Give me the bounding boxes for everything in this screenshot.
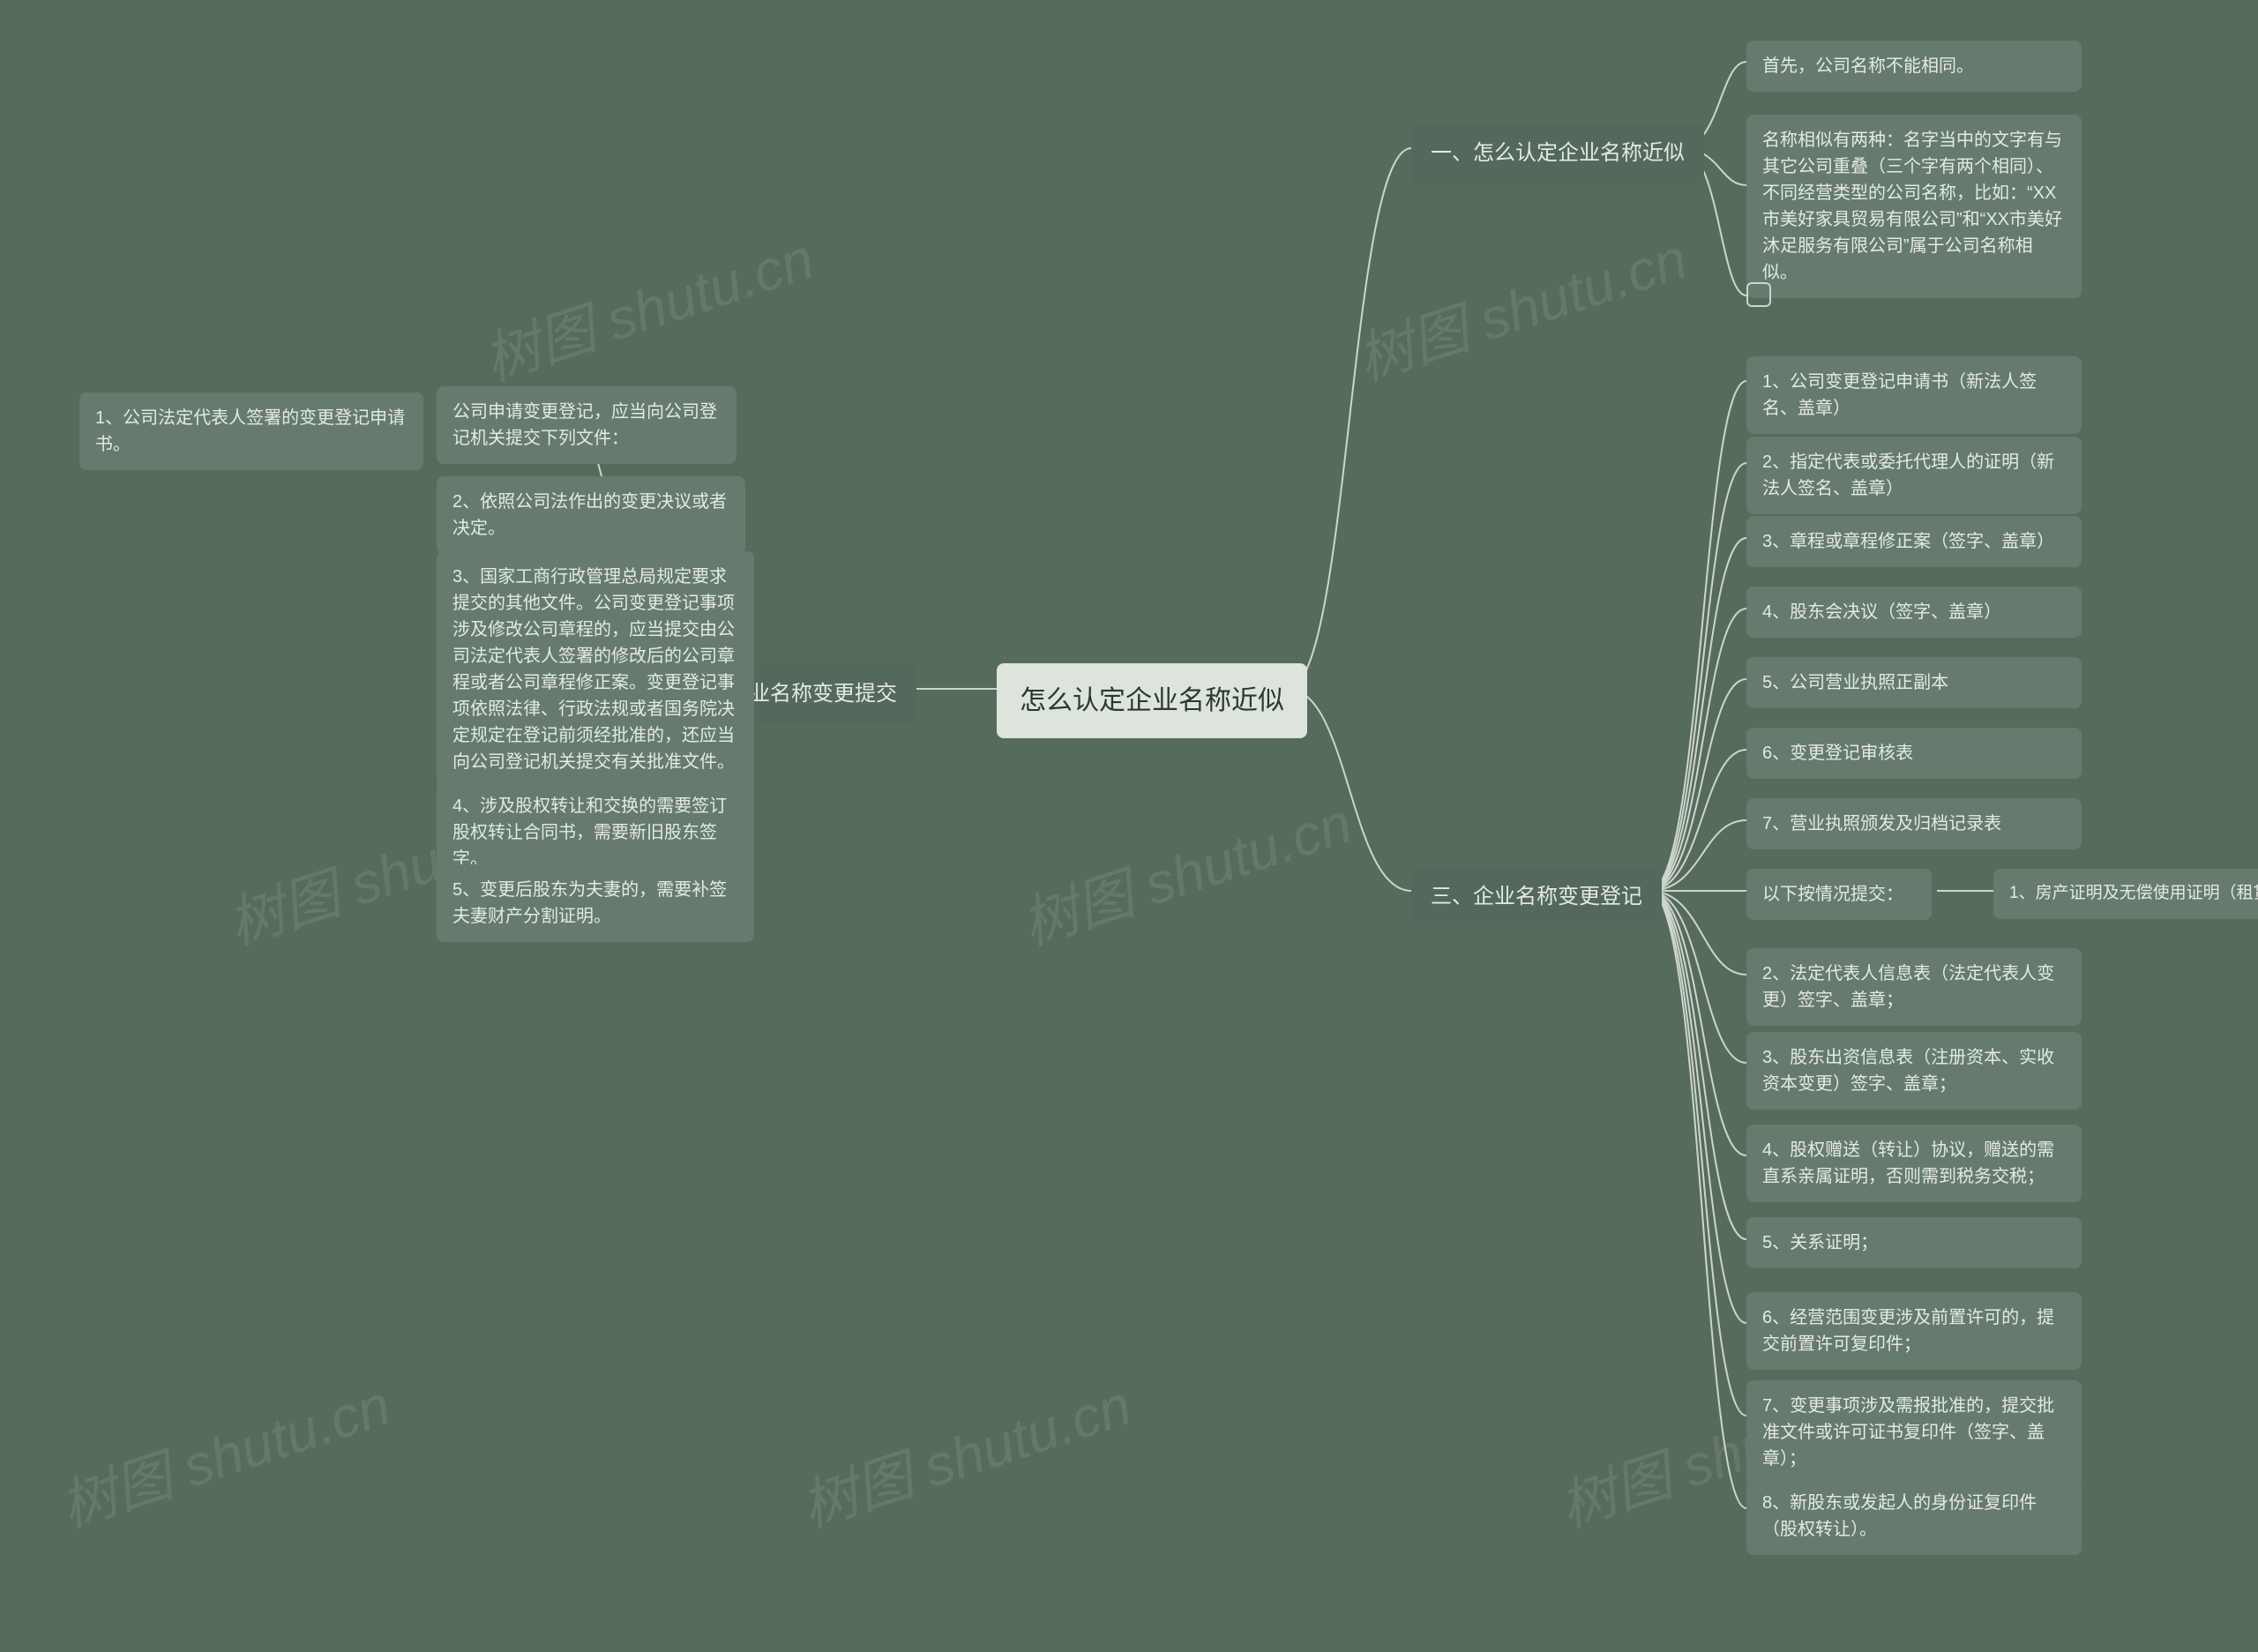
watermark: 树图 shutu.cn — [1345, 213, 1695, 396]
branch-3-item-13[interactable]: 7、变更事项涉及需报批准的，提交批准文件或许可证书复印件（签字、盖章）； — [1746, 1380, 2082, 1484]
branch-3-item-7[interactable]: 以下按情况提交： — [1746, 869, 1932, 920]
branch-3-item-12[interactable]: 6、经营范围变更涉及前置许可的，提交前置许可复印件； — [1746, 1292, 2082, 1370]
branch-3-item-14[interactable]: 8、新股东或发起人的身份证复印件（股权转让）。 — [1746, 1477, 2082, 1555]
branch-3-item-5[interactable]: 6、变更登记审核表 — [1746, 728, 2082, 779]
branch-3-item-9[interactable]: 3、股东出资信息表（注册资本、实收资本变更）签字、盖章； — [1746, 1032, 2082, 1110]
branch-2-item-3[interactable]: 5、变更后股东为夫妻的，需要补签夫妻财产分割证明。 — [437, 864, 754, 942]
branch-3-item-1[interactable]: 2、指定代表或委托代理人的证明（新法人签名、盖章） — [1746, 437, 2082, 514]
watermark: 树图 shutu.cn — [49, 1360, 399, 1543]
branch-3-item-2[interactable]: 3、章程或章程修正案（签字、盖章） — [1746, 516, 2082, 567]
watermark: 树图 shutu.cn — [472, 213, 822, 396]
branch-3-item-8[interactable]: 2、法定代表人信息表（法定代表人变更）签字、盖章； — [1746, 948, 2082, 1026]
collapse-toggle[interactable] — [1746, 282, 1771, 307]
branch-3-item-4[interactable]: 5、公司营业执照正副本 — [1746, 657, 2082, 708]
branch-3-item-0[interactable]: 1、公司变更登记申请书（新法人签名、盖章） — [1746, 356, 2082, 434]
branch-1-title[interactable]: 一、怎么认定企业名称近似 — [1411, 123, 1704, 183]
branch-3-item-3[interactable]: 4、股东会决议（签字、盖章） — [1746, 587, 2082, 638]
mindmap-root[interactable]: 怎么认定企业名称近似 — [997, 663, 1307, 738]
branch-2-item-0[interactable]: 2、依照公司法作出的变更决议或者决定。 — [437, 476, 745, 554]
branch-3-item-6[interactable]: 7、营业执照颁发及归档记录表 — [1746, 798, 2082, 849]
branch-2-intro[interactable]: 公司申请变更登记，应当向公司登记机关提交下列文件： — [437, 386, 736, 464]
branch-2-item-1[interactable]: 3、国家工商行政管理总局规定要求提交的其他文件。公司变更登记事项涉及修改公司章程… — [437, 551, 754, 788]
watermark: 树图 shutu.cn — [789, 1360, 1140, 1543]
watermark: 树图 shutu.cn — [1010, 778, 1360, 961]
branch-3-item-11[interactable]: 5、关系证明； — [1746, 1217, 2082, 1268]
branch-1-item-0[interactable]: 首先，公司名称不能相同。 — [1746, 41, 2082, 92]
branch-2-intro-child[interactable]: 1、公司法定代表人签署的变更登记申请书。 — [79, 392, 423, 470]
branch-3-subitem[interactable]: 1、房产证明及无偿使用证明（租赁协议）； — [1993, 869, 2258, 919]
branch-1-item-1[interactable]: 名称相似有两种：名字当中的文字有与其它公司重叠（三个字有两个相同）、不同经营类型… — [1746, 115, 2082, 298]
branch-3-title[interactable]: 三、企业名称变更登记 — [1411, 867, 1662, 927]
branch-3-item-10[interactable]: 4、股权赠送（转让）协议，赠送的需直系亲属证明，否则需到税务交税； — [1746, 1125, 2082, 1202]
